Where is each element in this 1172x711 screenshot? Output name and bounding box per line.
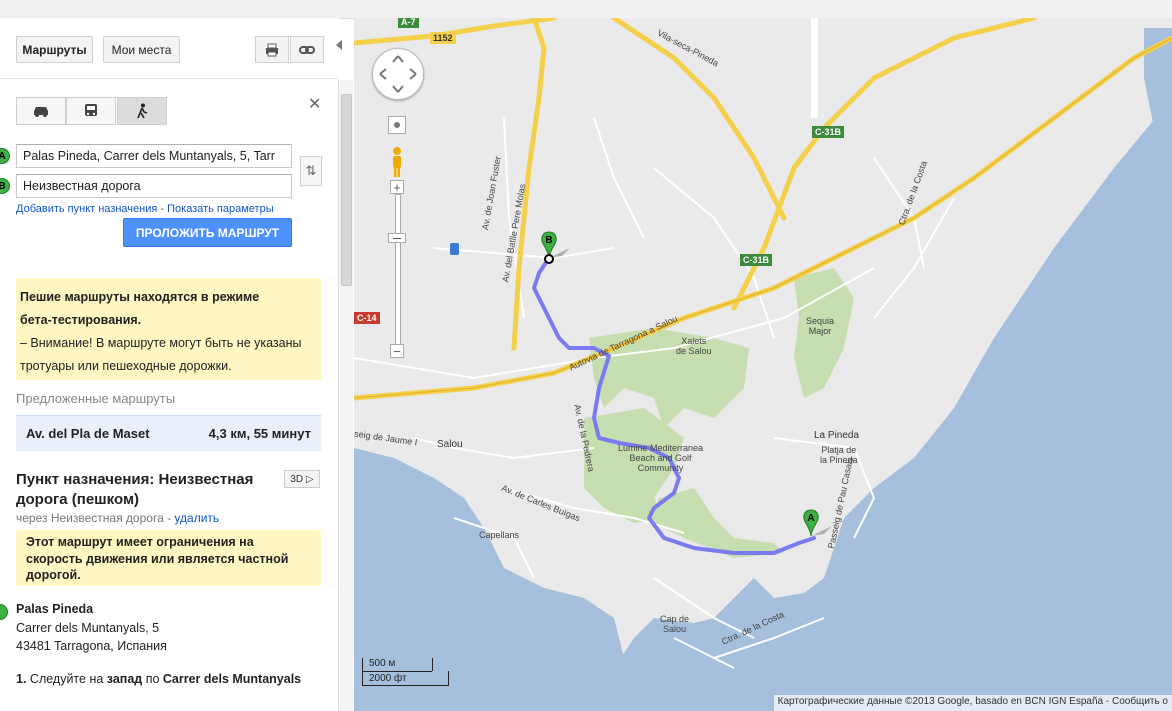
suggested-route-item[interactable]: Av. del Pla de Maset 4,3 км, 55 минут [16, 415, 321, 451]
shield-c31b-north: C-31B [812, 126, 845, 138]
map-label-lumine: Lumine Mediterranea Beach and Golf Commu… [618, 443, 704, 473]
svg-text:B: B [545, 235, 552, 246]
delete-link[interactable]: удалить [174, 511, 219, 525]
shield-a7: A-7 [398, 18, 419, 28]
link-separator: - [157, 203, 168, 215]
view-3d-label: 3D [290, 473, 304, 485]
routes-button[interactable]: Маршруты [16, 36, 93, 63]
start-address: Palas Pineda Carrer dels Muntanyals, 5 4… [16, 600, 167, 656]
map-canvas[interactable]: Vila-seca-Pineda Av. de Joan Fuster Av. … [354, 18, 1172, 711]
walk-icon [137, 103, 148, 119]
collapse-panel-icon[interactable] [336, 40, 342, 50]
pan-arrows-icon [379, 55, 417, 93]
mode-walk[interactable] [117, 97, 167, 125]
map-graphics [354, 18, 1172, 711]
mode-transit[interactable] [66, 97, 116, 125]
route-stats: 4,3 км, 55 минут [208, 426, 311, 441]
map-label-cap-salou: Cap de Salou [660, 614, 690, 634]
beta-notice: Пешие маршруты находятся в режиме бета-т… [16, 278, 321, 380]
swap-icon[interactable]: ⇅ [300, 156, 322, 186]
shield-c14: C-14 [354, 312, 380, 324]
zoom-out-button[interactable]: − [390, 344, 404, 359]
add-destination-link[interactable]: Добавить пункт назначения [16, 203, 157, 215]
close-icon[interactable]: ✕ [308, 94, 321, 114]
scale-feet: 2000 фт [369, 673, 407, 684]
zoom-slider-handle[interactable] [388, 233, 406, 243]
map-label-sequia: Sequia Major [806, 316, 835, 336]
get-directions-button[interactable]: ПРОЛОЖИТЬ МАРШРУТ [123, 218, 292, 247]
scrollbar-thumb[interactable] [341, 94, 352, 286]
marker-b-pin-icon: B [541, 231, 570, 264]
show-options-link[interactable]: Показать параметры [167, 203, 274, 215]
map-label-salou: Salou [437, 439, 463, 450]
destination-input[interactable]: Неизвестная дорога [16, 174, 292, 198]
mode-car[interactable] [16, 97, 66, 125]
step-text-b: по [142, 672, 163, 686]
marker-a-pin-icon: A [803, 509, 832, 537]
pegman-icon[interactable] [388, 146, 406, 180]
beta-notice-body: – Внимание! В маршруте могут быть не ука… [20, 336, 302, 373]
map-label-capellans: Capellans [479, 530, 520, 540]
map-label-la-pineda: La Pineda [814, 430, 860, 441]
my-places-button[interactable]: Мои места [103, 36, 180, 63]
destination-title: Пункт назначения: Неизвестная дорога (пе… [16, 471, 254, 508]
map-edge-widget [811, 18, 818, 118]
view-3d-button[interactable]: 3D ▷ [284, 470, 320, 488]
bus-icon [85, 104, 97, 116]
beta-notice-title1: Пешие маршруты находятся в режиме [20, 290, 260, 304]
svg-text:A: A [807, 513, 814, 524]
directions-panel: Маршруты Мои места ✕ A Palas Pineda, Car… [0, 18, 338, 711]
zoom-in-button[interactable]: + [390, 180, 404, 195]
shield-c31b-south: C-31B [740, 254, 773, 266]
zoom-track[interactable] [395, 194, 401, 346]
car-icon [34, 107, 48, 117]
beta-notice-title2: бета-тестирования. [20, 313, 142, 327]
panel-scrollbar[interactable] [338, 80, 353, 711]
step-street: Carrer dels Muntanyals [162, 672, 302, 686]
scale-meters: 500 м [369, 658, 396, 669]
link-button[interactable] [290, 36, 324, 63]
restriction-notice: Этот маршрут имеет ограничения на скорос… [16, 530, 321, 586]
directions-links: Добавить пункт назначения - Показать пар… [16, 203, 274, 215]
step-number: 1. [16, 672, 27, 686]
zoom-handle-mark [393, 237, 401, 239]
suggested-routes-heading: Предложенные маршруты [16, 391, 176, 406]
pan-control[interactable] [372, 48, 424, 100]
start-address-name: Palas Pineda [16, 602, 94, 616]
map-copyright[interactable]: Картографические данные ©2013 Google, ba… [773, 695, 1172, 711]
location-button[interactable] [388, 116, 406, 134]
marker-a-icon: A [0, 148, 10, 164]
route-name: Av. del Pla de Maset [26, 426, 150, 441]
link-icon [299, 45, 315, 54]
print-button[interactable] [255, 36, 289, 63]
step-text-a: Следуйте на [26, 672, 107, 686]
panel-divider [0, 78, 338, 79]
browser-top-strip [0, 0, 1172, 19]
shield-1152: 1152 [430, 32, 456, 44]
start-marker-icon [0, 604, 8, 620]
marker-b-icon: B [0, 178, 10, 194]
print-icon [266, 43, 278, 56]
via-text: через Неизвестная дорога - [16, 511, 175, 525]
start-address-line2: 43481 Tarragona, Испания [16, 639, 167, 653]
start-input[interactable]: Palas Pineda, Carrer dels Muntanyals, 5,… [16, 144, 292, 168]
start-address-line1: Carrer dels Muntanyals, 5 [16, 620, 160, 635]
scale-bar: 500 м 2000 фт [362, 658, 452, 686]
via-line: через Неизвестная дорога - удалить [16, 511, 219, 525]
map-label-xalets: Xalets de Salou [676, 336, 712, 356]
location-dot-icon [394, 122, 400, 128]
step-1[interactable]: 1. Следуйте на запад по Carrer dels Munt… [16, 670, 316, 688]
step-direction: запад [106, 672, 143, 686]
